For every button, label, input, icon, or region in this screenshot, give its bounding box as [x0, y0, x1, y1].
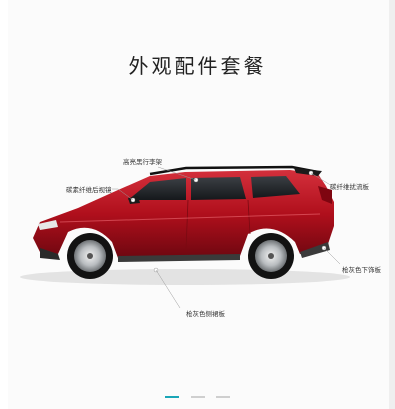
label-mirror: 碳素纤维后视镜: [66, 186, 112, 194]
label-rear-lower-trim: 枪灰色下饰板: [342, 266, 381, 274]
carousel-dot-3[interactable]: [215, 395, 230, 398]
carousel-dot-1[interactable]: [165, 395, 180, 398]
label-roof-rack: 高亮黑行李架: [123, 158, 162, 166]
page-title: 外观配件套餐: [128, 54, 267, 78]
label-side-skirt: 枪灰色侧裙板: [186, 310, 225, 318]
car-illustration: 高亮黑行李架 碳素纤维后视镜 碳纤维扰流板 枪灰色下饰板 枪灰色侧裙板: [0, 130, 395, 330]
screen: 外观配件套餐 高亮黑行李架 碳素纤维后视镜 碳纤维扰流板 枪灰色下饰板 枪灰色侧…: [0, 0, 395, 409]
carousel-dot-2[interactable]: [190, 395, 205, 398]
label-spoiler: 碳纤维扰流板: [330, 183, 369, 191]
carousel-indicators: [0, 386, 395, 405]
red-suv-image: [20, 165, 350, 309]
